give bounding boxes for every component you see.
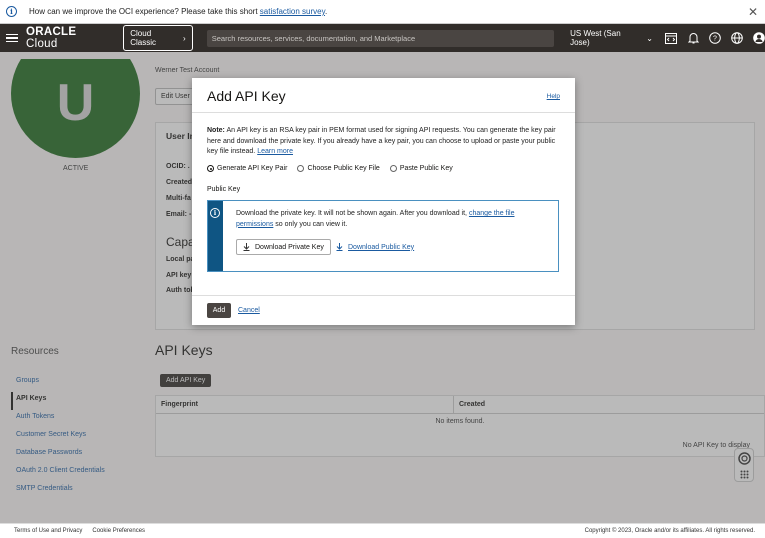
download-info-box: i Download the private key. It will not … bbox=[207, 200, 559, 272]
survey-link[interactable]: satisfaction survey bbox=[260, 7, 325, 16]
code-editor-icon[interactable] bbox=[665, 32, 677, 44]
radio-icon bbox=[389, 165, 397, 172]
download-icon bbox=[336, 243, 343, 251]
radio-generate-key-pair[interactable]: Generate API Key Pair bbox=[207, 165, 287, 172]
radio-selected-icon bbox=[207, 165, 214, 172]
key-source-options: Generate API Key Pair Choose Public Key … bbox=[207, 165, 453, 172]
radio-choose-public-key-file[interactable]: Choose Public Key File bbox=[297, 165, 380, 172]
cloud-classic-button[interactable]: Cloud Classic › bbox=[123, 25, 193, 51]
info-icon: i bbox=[210, 208, 220, 218]
terms-link[interactable]: Terms of Use and Privacy bbox=[14, 528, 82, 534]
add-api-key-dialog: Add API Key Help Note: An API key is an … bbox=[192, 78, 575, 325]
chevron-right-icon: › bbox=[183, 33, 186, 43]
download-info-text: Download the private key. It will not be… bbox=[236, 210, 515, 228]
download-private-key-button[interactable]: Download Private Key bbox=[236, 239, 331, 255]
search-input[interactable]: Search resources, services, documentatio… bbox=[206, 29, 555, 47]
chevron-down-icon: ⌄ bbox=[646, 33, 653, 43]
survey-banner: i How can we improve the OCI experience?… bbox=[0, 0, 765, 24]
public-key-label: Public Key bbox=[207, 186, 241, 193]
menu-icon[interactable] bbox=[6, 33, 18, 43]
top-navigation: ORACLE Cloud Cloud Classic › Search resou… bbox=[0, 24, 765, 52]
api-key-note: Note: An API key is an RSA key pair in P… bbox=[207, 127, 556, 155]
info-icon: i bbox=[6, 6, 17, 17]
download-public-key-link[interactable]: Download Public Key bbox=[336, 243, 414, 251]
radio-paste-public-key[interactable]: Paste Public Key bbox=[389, 165, 453, 172]
region-selector[interactable]: US West (San Jose) ⌄ bbox=[570, 29, 653, 47]
cookie-preferences-link[interactable]: Cookie Preferences bbox=[92, 528, 145, 534]
footer: Terms of Use and Privacy Cookie Preferen… bbox=[0, 523, 765, 538]
download-icon bbox=[243, 243, 250, 251]
add-button[interactable]: Add bbox=[207, 303, 231, 318]
bell-icon[interactable] bbox=[687, 32, 699, 44]
learn-more-link[interactable]: Learn more bbox=[257, 148, 293, 155]
radio-icon bbox=[297, 165, 305, 172]
profile-icon[interactable] bbox=[753, 32, 765, 44]
help-icon[interactable]: ? bbox=[709, 32, 721, 44]
copyright: Copyright © 2023, Oracle and/or its affi… bbox=[584, 528, 755, 534]
globe-icon[interactable] bbox=[731, 32, 743, 44]
banner-text: How can we improve the OCI experience? P… bbox=[29, 7, 328, 16]
close-icon[interactable]: ✕ bbox=[748, 5, 758, 19]
svg-text:?: ? bbox=[713, 36, 717, 43]
oracle-cloud-logo[interactable]: ORACLE Cloud bbox=[26, 26, 111, 50]
cancel-button[interactable]: Cancel bbox=[238, 307, 260, 314]
dialog-title: Add API Key bbox=[207, 88, 286, 104]
help-link[interactable]: Help bbox=[547, 93, 560, 100]
